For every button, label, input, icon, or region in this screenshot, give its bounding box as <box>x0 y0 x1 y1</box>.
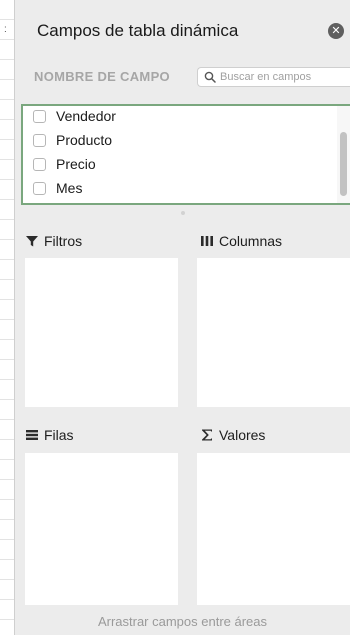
columns-icon <box>201 236 213 246</box>
rows-area-header: Filas <box>25 427 185 447</box>
values-area-header: Valores <box>200 427 350 447</box>
field-label: Precio <box>56 156 96 172</box>
columns-drop-area[interactable] <box>197 258 350 407</box>
rows-label: Filas <box>44 427 74 443</box>
field-label: Producto <box>56 132 113 148</box>
drag-hint: Arrastrar campos entre áreas <box>97 614 268 629</box>
field-checkbox[interactable] <box>33 158 46 171</box>
filters-drop-area[interactable] <box>25 258 178 407</box>
columns-label: Columnas <box>219 233 283 249</box>
field-list: Vendedor Producto Precio Mes <box>21 104 350 205</box>
search-icon <box>204 71 216 83</box>
pivot-table-fields-pane: Campos de tabla dinámica ✕ NOMBRE DE CAM… <box>15 0 350 635</box>
spreadsheet-edge: : <box>0 0 15 635</box>
filters-area-header: Filtros <box>25 233 185 253</box>
filters-label: Filtros <box>44 233 83 249</box>
pane-resize-handle[interactable] <box>181 211 185 215</box>
field-list-scrollbar[interactable] <box>337 106 350 203</box>
field-search-input[interactable]: Buscar en campos <box>197 67 350 87</box>
scrollbar-thumb[interactable] <box>340 132 347 196</box>
pane-title: Campos de tabla dinámica <box>37 21 239 40</box>
close-button[interactable]: ✕ <box>328 23 344 39</box>
search-placeholder: Buscar en campos <box>220 71 312 83</box>
field-name-header: NOMBRE DE CAMPO <box>34 69 170 84</box>
field-label: Vendedor <box>56 108 116 124</box>
field-checkbox[interactable] <box>33 110 46 123</box>
field-checkbox[interactable] <box>33 182 46 195</box>
values-label: Valores <box>219 427 266 443</box>
field-label: Mes <box>56 180 83 196</box>
field-checkbox[interactable] <box>33 134 46 147</box>
values-drop-area[interactable] <box>197 453 350 605</box>
close-icon: ✕ <box>331 25 341 37</box>
sigma-icon <box>202 429 212 441</box>
rows-icon <box>26 430 38 440</box>
cell-mark: : <box>4 24 7 35</box>
filter-icon <box>26 236 38 247</box>
columns-area-header: Columnas <box>200 233 350 253</box>
rows-drop-area[interactable] <box>25 453 178 605</box>
